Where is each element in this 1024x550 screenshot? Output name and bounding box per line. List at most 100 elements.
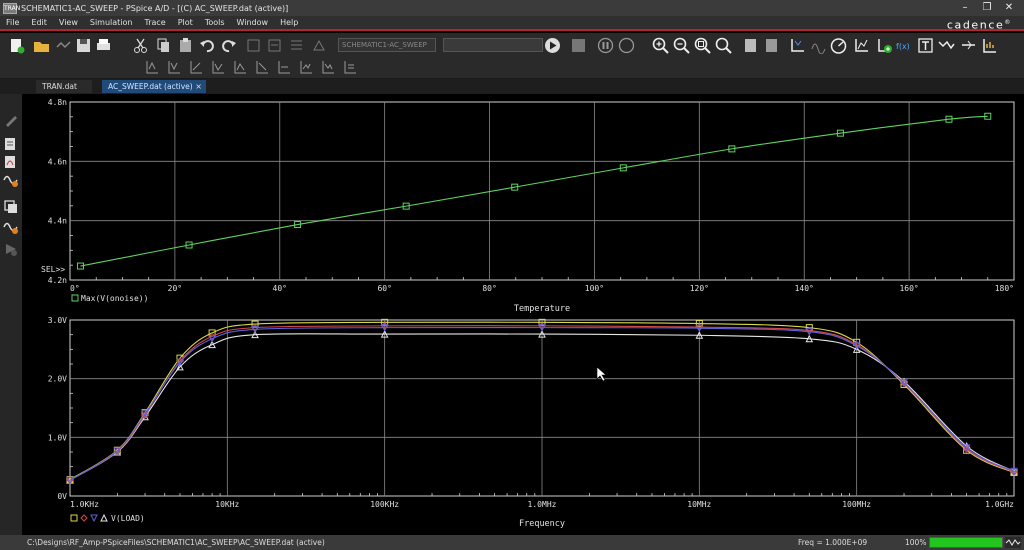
close-tab-icon[interactable]: × [195, 80, 202, 93]
save-icon[interactable] [75, 37, 92, 54]
cadence-logo: cadence® [946, 18, 1012, 32]
tab-ac-sweep-dat[interactable]: AC_SWEEP.dat (active) × [102, 80, 206, 93]
x-tick-label: 1.0MHz [528, 500, 557, 509]
redo-icon[interactable] [220, 37, 237, 54]
x-tick-label: 20° [168, 284, 182, 293]
legend-marker [71, 294, 79, 302]
cursor-slope-icon[interactable] [189, 59, 203, 75]
waveform-status-icon [1005, 537, 1021, 548]
stop-icon[interactable] [618, 37, 635, 54]
menu-trace[interactable]: Trace [139, 18, 172, 27]
y-tick-label: 4.2n [48, 276, 67, 285]
restore-button[interactable]: ❐ [976, 0, 998, 16]
run-icon[interactable] [544, 37, 561, 54]
cursor-icon[interactable] [938, 37, 955, 54]
title-bar: TRAN SCHEMATIC1-AC_SWEEP - PSpice A/D - … [0, 0, 1024, 16]
x-tick-label: 120° [690, 284, 709, 293]
new-icon[interactable] [8, 37, 25, 54]
menu-edit[interactable]: Edit [25, 18, 53, 27]
edit-icon[interactable] [245, 37, 262, 54]
view-simulation-output-icon[interactable] [3, 154, 19, 170]
x-axis-label: Frequency [519, 519, 565, 529]
pause-icon[interactable] [597, 37, 614, 54]
y-tick-label: 4.6n [48, 157, 67, 166]
legend-label: V(LOAD) [111, 514, 145, 523]
x-tick-label: 60° [377, 284, 391, 293]
tab-tran-dat[interactable]: TRAN.dat [36, 80, 92, 93]
zoom-out-icon[interactable] [673, 37, 690, 54]
close-button[interactable]: ✕ [998, 0, 1020, 16]
cut-icon[interactable] [132, 37, 149, 54]
legend-marker [100, 513, 108, 522]
x-tick-label: 0° [70, 284, 80, 293]
axis-settings-icon[interactable] [789, 37, 806, 54]
cursor-toolbar [0, 57, 1024, 79]
cursor-next-transition-icon[interactable] [299, 59, 313, 75]
log-y-icon[interactable] [763, 37, 780, 54]
x-tick-label: 100KHz [370, 500, 399, 509]
y-tick-label: 0V [57, 492, 67, 501]
history-icon[interactable] [55, 37, 72, 54]
toggle-cursor-icon[interactable] [981, 37, 998, 54]
window-title: SCHEMATIC1-AC_SWEEP - PSpice A/D - [(C) … [21, 3, 289, 13]
x-tick-label: 100MHz [842, 500, 871, 509]
cursor-min-icon[interactable] [211, 59, 225, 75]
zoom-area-icon[interactable] [694, 37, 711, 54]
cursor-trough-icon[interactable] [167, 59, 181, 75]
plot-canvas[interactable]: 0° 20° 40° 60° 80° 100° 120° 140° 160° 180° 4.2n 4.… [22, 94, 1024, 535]
zoom-in-icon[interactable] [652, 37, 669, 54]
legend-label: Max(V(onoise)) [81, 294, 148, 303]
run-probe-icon[interactable] [3, 241, 19, 257]
new-window-icon[interactable] [3, 219, 19, 235]
probe-plot-area[interactable]: 0° 20° 40° 60° 80° 100° 120° 140° 160° 180° 4.2n 4.… [22, 94, 1024, 535]
menu-help[interactable]: Help [274, 18, 304, 27]
menu-tools[interactable]: Tools [199, 18, 231, 27]
simulation-settings-icon[interactable] [3, 136, 19, 152]
edit-simulation-icon[interactable] [3, 112, 19, 128]
plot-info-icon[interactable] [853, 37, 870, 54]
log-x-icon[interactable] [742, 37, 759, 54]
place-part-icon[interactable] [266, 37, 283, 54]
add-trace-icon[interactable] [876, 37, 893, 54]
cursor-prev-transition-icon[interactable] [321, 59, 335, 75]
tab-label: AC_SWEEP.dat (active) [108, 82, 193, 91]
x-tick-label: 1.0GHz [985, 500, 1014, 509]
x-tick-label: 10MHz [687, 500, 711, 509]
legend-marker [80, 514, 88, 522]
menu-view[interactable]: View [53, 18, 84, 27]
fft-icon[interactable] [810, 37, 827, 54]
cursor-peak-icon[interactable] [145, 59, 159, 75]
x-tick-label: 1.0KHz [70, 500, 99, 509]
simulation-profile-select[interactable]: SCHEMATIC1-AC_SWEEP [338, 38, 436, 52]
waveform-settings-icon[interactable] [3, 172, 19, 188]
simulation-progress-fill [930, 538, 1002, 547]
simulation-progress-bar [929, 537, 1003, 548]
save-results-icon[interactable] [570, 37, 587, 54]
markers-icon[interactable] [311, 37, 328, 54]
undo-icon[interactable] [199, 37, 216, 54]
print-icon[interactable] [95, 37, 112, 54]
paste-icon[interactable] [177, 37, 194, 54]
menu-plot[interactable]: Plot [172, 18, 199, 27]
cursor-search-icon[interactable] [277, 59, 291, 75]
cursor-point-icon[interactable] [255, 59, 269, 75]
menu-simulation[interactable]: Simulation [84, 18, 139, 27]
zoom-fit-icon[interactable] [715, 37, 732, 54]
performance-analysis-icon[interactable] [830, 37, 847, 54]
legend-marker [90, 514, 98, 523]
fourier-icon[interactable]: f(x) [895, 37, 912, 54]
menu-window[interactable]: Window [231, 18, 275, 27]
menu-file[interactable]: File [0, 18, 25, 27]
minimize-button[interactable]: – [954, 0, 976, 16]
x-tick-label: 160° [899, 284, 918, 293]
cursor-peak-icon[interactable] [960, 37, 977, 54]
copy-window-icon[interactable] [3, 199, 19, 215]
copy-icon[interactable] [155, 37, 172, 54]
text-label-icon[interactable] [917, 37, 934, 54]
cursor-max-icon[interactable] [233, 59, 247, 75]
open-icon[interactable] [33, 37, 50, 54]
settings-icon[interactable] [288, 37, 305, 54]
status-zoom: 100% [905, 538, 927, 547]
mark-label-icon[interactable] [343, 59, 357, 75]
app-icon: TRAN [3, 2, 21, 14]
